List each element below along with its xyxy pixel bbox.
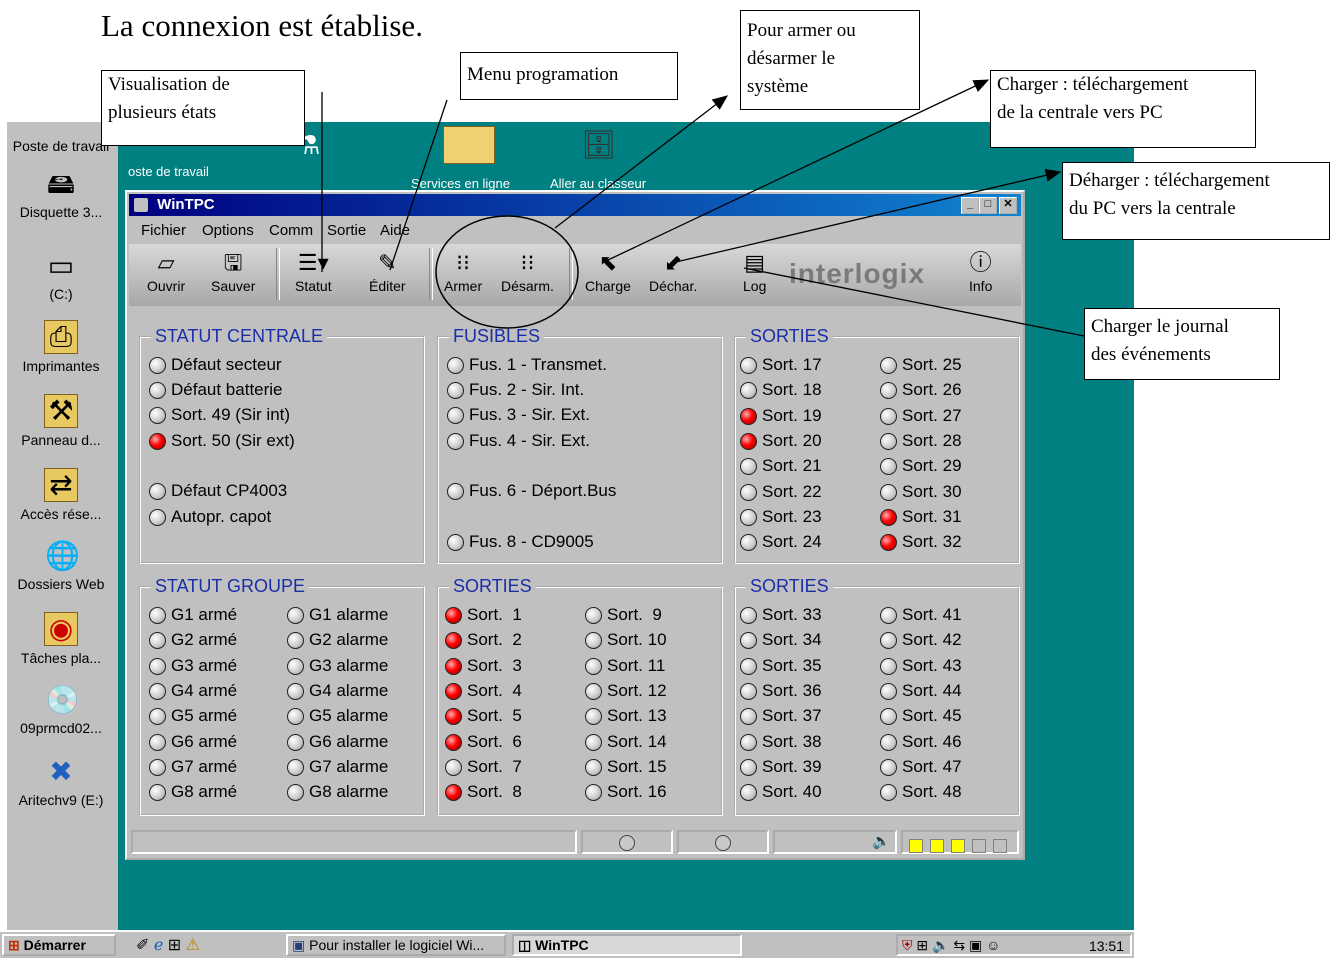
arrow-line	[554, 95, 729, 229]
arrow-line	[675, 168, 1062, 263]
arrow-line	[389, 99, 448, 271]
arrow-line	[743, 267, 1085, 337]
highlight-ellipse	[435, 215, 579, 329]
annotation-overlay	[321, 79, 1085, 337]
